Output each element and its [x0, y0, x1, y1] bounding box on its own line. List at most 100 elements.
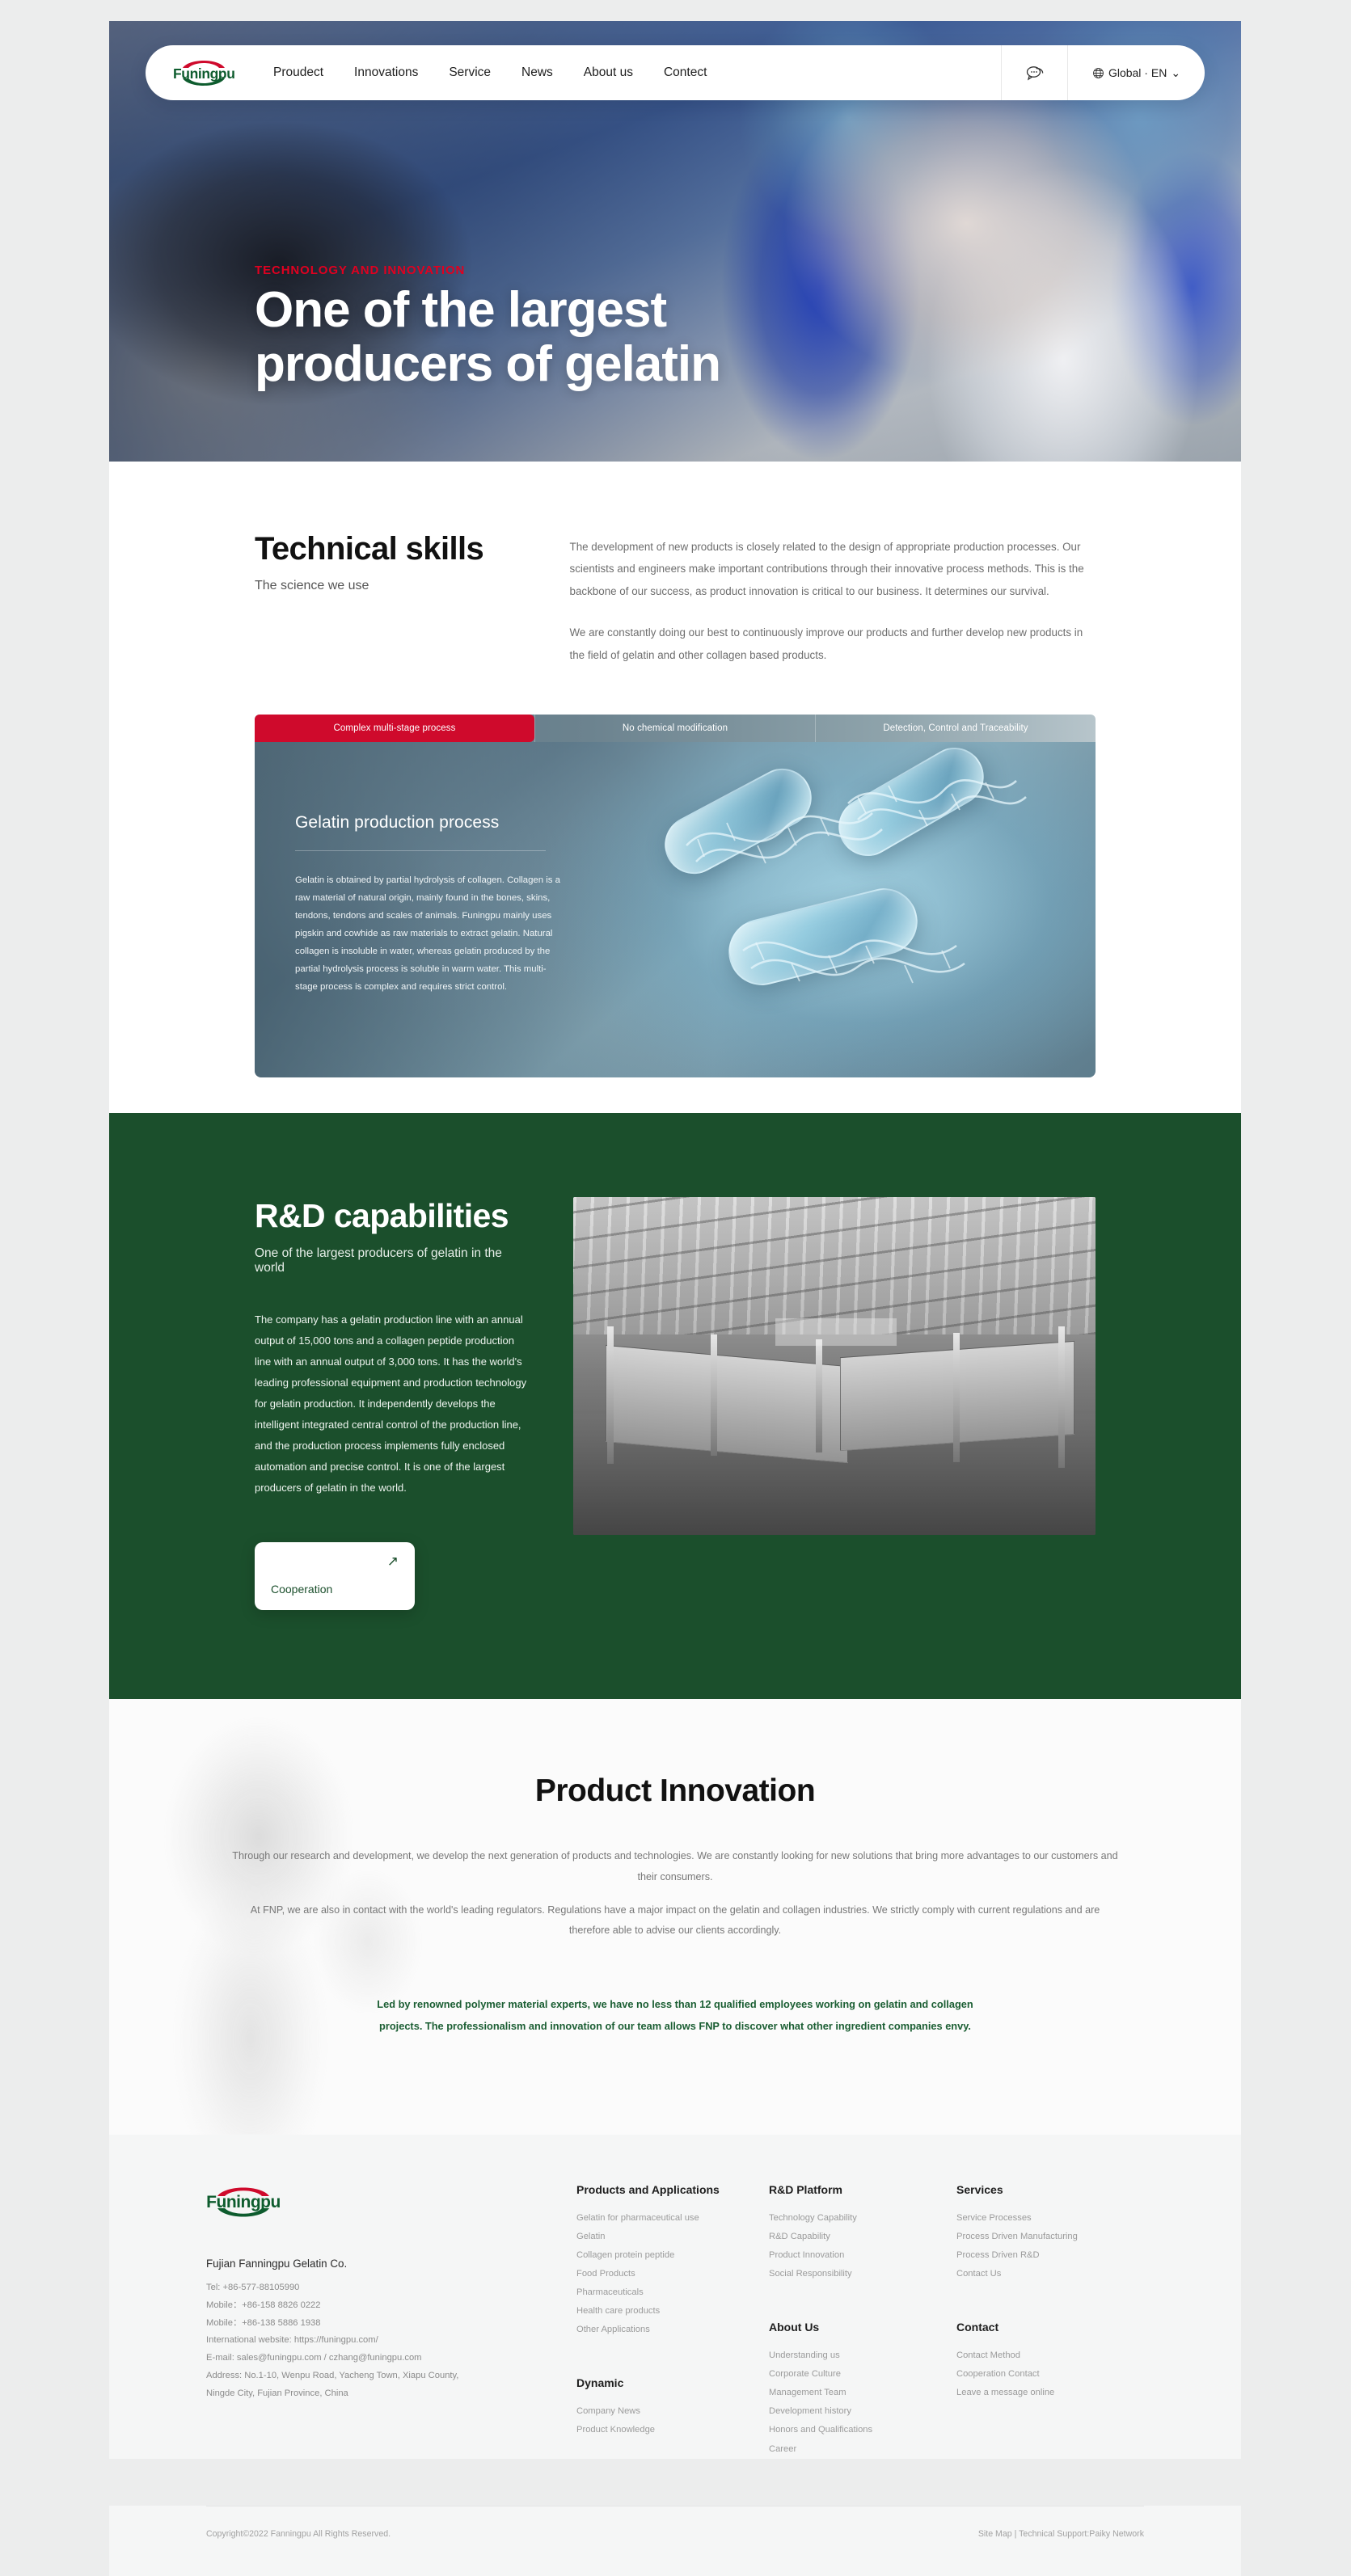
- footer-mobile-1: Mobile：+86-158 8826 0222: [206, 2300, 321, 2310]
- nav-item-innovations[interactable]: Innovations: [354, 65, 418, 80]
- nav-utilities: Global · EN ⌄: [1001, 45, 1205, 100]
- footer-link-contact-method[interactable]: Contact Method: [956, 2346, 1144, 2365]
- footer-link-management-team[interactable]: Management Team: [769, 2384, 956, 2402]
- site-logo[interactable]: Funingpu: [173, 57, 235, 89]
- footer-link-other-apps[interactable]: Other Applications: [576, 2321, 769, 2339]
- footer-link-honors[interactable]: Honors and Qualifications: [769, 2421, 956, 2439]
- rnd-subheading: One of the largest producers of gelatin …: [255, 1246, 502, 1275]
- footer-heading-about-us: About Us: [769, 2321, 820, 2334]
- footer-link-collagen-peptide[interactable]: Collagen protein peptide: [576, 2246, 769, 2265]
- rnd-section-spacer: [109, 1610, 1241, 1700]
- factory-column: [607, 1326, 614, 1465]
- footer-link-leave-message[interactable]: Leave a message online: [956, 2384, 1144, 2402]
- chat-button[interactable]: [1001, 45, 1067, 100]
- technical-support-link[interactable]: Technical Support:Paiky Network: [1019, 2529, 1144, 2539]
- nav-item-news[interactable]: News: [521, 65, 553, 80]
- technical-heading: Technical skills: [255, 531, 484, 567]
- technical-paragraph-2: We are constantly doing our best to cont…: [569, 626, 1083, 661]
- innovation-paragraph-1: Through our research and development, we…: [232, 1850, 1118, 1882]
- tab-complex-multi-stage-process[interactable]: Complex multi-stage process: [255, 715, 534, 743]
- footer-website[interactable]: International website: https://funingpu.…: [206, 2332, 568, 2350]
- cooperation-button[interactable]: ↗ Cooperation: [255, 1542, 415, 1611]
- nav-item-proudect[interactable]: Proudect: [273, 65, 323, 80]
- chevron-down-icon: ⌄: [1171, 65, 1181, 79]
- process-panel-text: Gelatin production process Gelatin is ob…: [295, 813, 562, 996]
- rnd-paragraph: The company has a gelatin production lin…: [255, 1313, 527, 1495]
- footer-heading-dynamic: Dynamic: [576, 2376, 624, 2390]
- nav-item-service[interactable]: Service: [449, 65, 491, 80]
- footer-link-gelatin-pharma[interactable]: Gelatin for pharmaceutical use: [576, 2209, 769, 2228]
- footer-separator: |: [1014, 2528, 1017, 2539]
- site-map-link[interactable]: Site Map: [978, 2529, 1012, 2539]
- hero-title-line-2: producers of gelatin: [255, 335, 721, 392]
- tab-no-chemical-modification[interactable]: No chemical modification: [534, 715, 815, 743]
- technical-heading-block: Technical skills The science we use: [255, 531, 570, 666]
- footer-link-process-driven-rnd[interactable]: Process Driven R&D: [956, 2246, 1144, 2265]
- footer-column-rnd: R&D Platform Technology Capability R&D C…: [769, 2183, 956, 2459]
- factory-column: [816, 1339, 822, 1453]
- capsule-illustration: [630, 742, 1083, 1056]
- footer-link-rnd-capability[interactable]: R&D Capability: [769, 2228, 956, 2246]
- footer-heading-products: Products and Applications: [576, 2182, 720, 2196]
- footer-link-understanding-us[interactable]: Understanding us: [769, 2346, 956, 2365]
- dna-helix-icon: [686, 779, 1027, 984]
- site-footer: Funingpu Fujian Fanningpu Gelatin Co. Te…: [109, 2134, 1241, 2459]
- nav-item-contect[interactable]: Contect: [664, 65, 707, 80]
- factory-column: [953, 1333, 960, 1463]
- factory-column: [711, 1334, 717, 1457]
- process-panel-heading: Gelatin production process: [295, 813, 500, 833]
- cooperation-button-label: Cooperation: [271, 1583, 333, 1596]
- language-selector[interactable]: Global · EN ⌄: [1067, 45, 1205, 100]
- footer-list-about-us: Understanding us Corporate Culture Manag…: [769, 2346, 956, 2458]
- rnd-image-block: [573, 1197, 1096, 1610]
- footer-email[interactable]: E-mail: sales@funingpu.com / czhang@funi…: [206, 2350, 568, 2367]
- footer-heading-contact: Contact: [956, 2321, 999, 2334]
- footer-link-development-history[interactable]: Development history: [769, 2402, 956, 2421]
- technical-copy-block: The development of new products is close…: [570, 531, 1096, 666]
- nav-links: Proudect Innovations Service News About …: [273, 65, 707, 80]
- footer-link-process-driven-mfg[interactable]: Process Driven Manufacturing: [956, 2228, 1144, 2246]
- footer-column-services: Services Service Processes Process Drive…: [956, 2183, 1144, 2459]
- factory-roof: [573, 1197, 1096, 1335]
- footer-link-gelatin[interactable]: Gelatin: [576, 2228, 769, 2246]
- innovation-heading: Product Innovation: [534, 1773, 816, 1809]
- footer-link-product-knowledge[interactable]: Product Knowledge: [576, 2421, 769, 2439]
- footer-link-pharmaceuticals[interactable]: Pharmaceuticals: [576, 2283, 769, 2302]
- innovation-paragraph-2: At FNP, we are also in contact with the …: [250, 1904, 1100, 1936]
- footer-list-services: Service Processes Process Driven Manufac…: [956, 2209, 1144, 2283]
- footer-link-food-products[interactable]: Food Products: [576, 2265, 769, 2283]
- technical-paragraph-1: The development of new products is close…: [569, 541, 1084, 597]
- factory-column: [1058, 1326, 1065, 1469]
- logo-wordmark: Funingpu: [173, 65, 235, 82]
- language-label: Global · EN: [1108, 66, 1167, 79]
- footer-logo[interactable]: Funingpu: [206, 2183, 281, 2220]
- tab-detection-control-traceability[interactable]: Detection, Control and Traceability: [815, 715, 1096, 743]
- footer-link-social-responsibility[interactable]: Social Responsibility: [769, 2265, 956, 2283]
- footer-link-company-news[interactable]: Company News: [576, 2402, 769, 2421]
- footer-bottom-bar: Copyright©2022 Fanningpu All Rights Rese…: [109, 2505, 1241, 2576]
- footer-logo-wordmark: Funingpu: [206, 2192, 281, 2211]
- footer-link-health-care[interactable]: Health care products: [576, 2302, 769, 2321]
- nav-item-about-us[interactable]: About us: [584, 65, 633, 80]
- footer-link-product-innovation[interactable]: Product Innovation: [769, 2246, 956, 2265]
- footer-link-technology-capability[interactable]: Technology Capability: [769, 2209, 956, 2228]
- footer-company-name: Fujian Fanningpu Gelatin Co.: [206, 2257, 348, 2270]
- footer-brand-block: Funingpu Fujian Fanningpu Gelatin Co. Te…: [206, 2183, 568, 2459]
- main-navigation-bar: Funingpu Proudect Innovations Service Ne…: [146, 45, 1205, 100]
- arrow-up-right-icon: ↗: [386, 1554, 399, 1570]
- footer-link-contact-us[interactable]: Contact Us: [956, 2265, 1144, 2283]
- hero-title-line-1: One of the largest: [255, 282, 667, 338]
- divider: [295, 850, 546, 852]
- footer-link-career[interactable]: Career: [769, 2440, 956, 2459]
- innovation-highlight: Led by renowned polymer material experts…: [377, 1998, 973, 2032]
- hero-banner: Funingpu Proudect Innovations Service Ne…: [109, 21, 1241, 462]
- rnd-capabilities-section: R&D capabilities One of the largest prod…: [109, 1113, 1241, 1611]
- footer-link-service-processes[interactable]: Service Processes: [956, 2209, 1144, 2228]
- footer-list-dynamic: Company News Product Knowledge: [576, 2402, 769, 2439]
- process-panel: Gelatin production process Gelatin is ob…: [255, 742, 1096, 1078]
- footer-address-line-2: Ningde City, Fujian Province, China: [206, 2388, 348, 2398]
- footer-link-cooperation-contact[interactable]: Cooperation Contact: [956, 2365, 1144, 2384]
- footer-link-corporate-culture[interactable]: Corporate Culture: [769, 2365, 956, 2384]
- footer-list-rnd: Technology Capability R&D Capability Pro…: [769, 2209, 956, 2283]
- footer-link-columns: Products and Applications Gelatin for ph…: [576, 2183, 1144, 2459]
